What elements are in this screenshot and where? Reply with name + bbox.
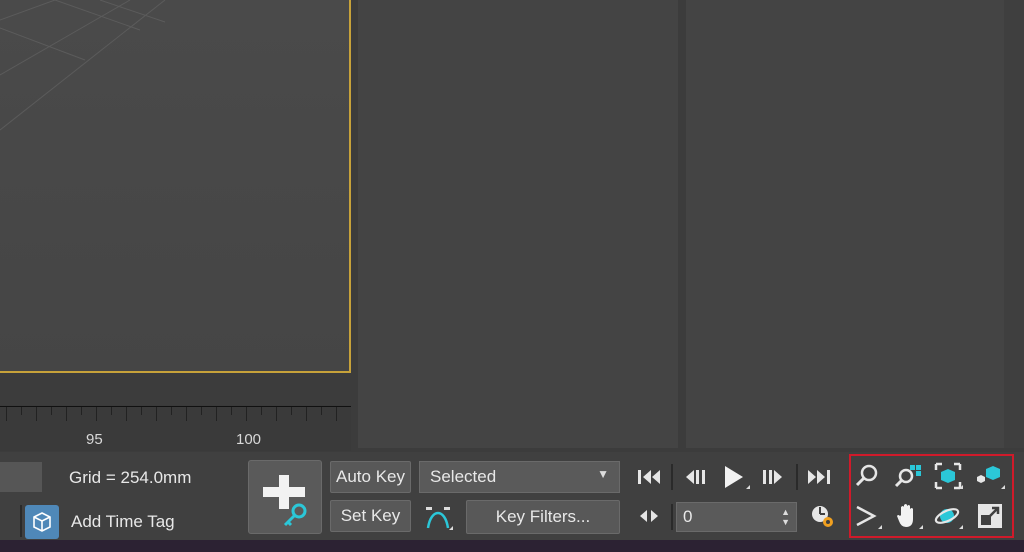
auto-key-button[interactable]: Auto Key <box>330 461 411 493</box>
timeline-tick <box>216 407 217 421</box>
timeline-tick <box>81 407 82 415</box>
tick-label-95: 95 <box>86 431 103 448</box>
command-panel-edge <box>1004 0 1024 448</box>
timeline-tick <box>276 407 277 421</box>
timeline-tick <box>171 407 172 415</box>
timeline-tick <box>66 407 67 421</box>
perspective-viewport[interactable] <box>0 0 351 373</box>
track-bar[interactable] <box>0 405 351 451</box>
time-tag-icon[interactable] <box>25 505 59 539</box>
previous-frame-icon[interactable] <box>680 462 710 492</box>
zoom-extents-all-icon[interactable] <box>975 461 1005 491</box>
timeline-tick <box>6 407 7 421</box>
key-mode-value: Selected <box>430 467 497 486</box>
timeline-tick <box>306 407 307 421</box>
timeline-tick <box>36 407 37 421</box>
timeline-tick <box>336 407 337 421</box>
spinner-icon[interactable]: ▲ ▼ <box>781 507 790 527</box>
timeline-tick <box>21 407 22 415</box>
track-bar-line <box>0 406 351 407</box>
maximize-viewport-icon[interactable] <box>975 501 1005 531</box>
set-keys-button[interactable] <box>248 460 322 534</box>
add-time-tag-label[interactable]: Add Time Tag <box>71 512 175 532</box>
viewport-grid <box>0 0 166 131</box>
divider <box>671 464 673 490</box>
timeline-tick <box>246 407 247 421</box>
play-icon[interactable] <box>718 461 750 491</box>
tick-label-100: 100 <box>236 431 262 448</box>
field-of-view-icon[interactable] <box>852 501 882 531</box>
current-frame-field[interactable]: 0 ▲ ▼ <box>676 502 797 532</box>
time-configuration-icon[interactable] <box>808 501 838 531</box>
timeline-tick <box>111 407 112 415</box>
orbit-icon[interactable] <box>933 501 963 531</box>
timeline-tick <box>96 407 97 421</box>
pan-icon[interactable] <box>893 501 923 531</box>
taskbar-edge <box>0 540 1024 552</box>
viewport-panel-middle[interactable] <box>358 0 678 448</box>
divider <box>671 504 673 530</box>
viewport-panel-right[interactable] <box>686 0 1004 448</box>
timeline-tick <box>186 407 187 421</box>
divider <box>796 464 798 490</box>
timeline-tick <box>156 407 157 421</box>
timeline-tick <box>141 407 142 415</box>
key-mode-toggle-icon[interactable] <box>634 501 664 531</box>
current-frame-value: 0 <box>683 507 693 526</box>
default-tangents-icon[interactable] <box>423 502 453 532</box>
chevron-down-icon: ▼ <box>597 467 609 481</box>
timeline-tick <box>51 407 52 415</box>
divider <box>20 505 22 537</box>
zoom-all-icon[interactable] <box>893 461 923 491</box>
next-frame-icon[interactable] <box>758 462 788 492</box>
timeline-tick <box>231 407 232 415</box>
timeline-tick <box>261 407 262 415</box>
timeline-tick <box>126 407 127 421</box>
set-key-icon <box>263 475 307 527</box>
go-to-start-icon[interactable] <box>634 462 664 492</box>
key-filters-button[interactable]: Key Filters... <box>466 500 620 534</box>
key-mode-dropdown[interactable]: Selected ▼ <box>419 461 620 493</box>
timeline-tick <box>291 407 292 415</box>
go-to-end-icon[interactable] <box>804 462 834 492</box>
set-key-button[interactable]: Set Key <box>330 500 411 532</box>
grid-size-label: Grid = 254.0mm <box>69 468 192 487</box>
coordinate-field[interactable] <box>0 462 42 492</box>
zoom-icon[interactable] <box>852 461 882 491</box>
zoom-extents-icon[interactable] <box>933 461 963 491</box>
timeline-tick <box>201 407 202 415</box>
timeline-tick <box>321 407 322 415</box>
